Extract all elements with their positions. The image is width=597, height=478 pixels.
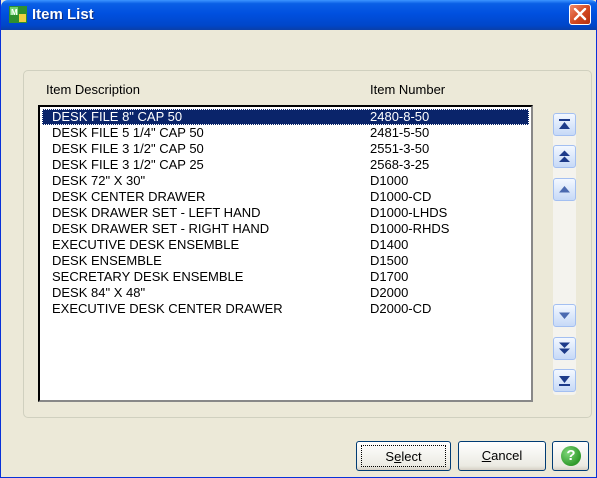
item-description: DESK DRAWER SET - RIGHT HAND: [52, 221, 270, 236]
item-description: DESK 84" X 48": [52, 285, 146, 300]
svg-text:M: M: [11, 8, 18, 17]
item-description: DESK FILE 5 1/4" CAP 50: [52, 125, 204, 140]
scroll-down-icon: [559, 312, 570, 319]
item-description: SECRETARY DESK ENSEMBLE: [52, 269, 244, 284]
list-item[interactable]: DESK 84" X 48" D2000: [42, 285, 529, 301]
item-description: DESK 72" X 30": [52, 173, 146, 188]
help-button[interactable]: ?: [552, 441, 589, 471]
window-title: Item List: [32, 6, 94, 23]
list-item[interactable]: DESK FILE 5 1/4" CAP 50 2481-5-50: [42, 125, 529, 141]
close-button[interactable]: [569, 4, 591, 25]
list-item[interactable]: DESK ENSEMBLE D1500: [42, 253, 529, 269]
item-number: 2480-8-50: [370, 109, 430, 124]
select-button[interactable]: Select: [356, 441, 451, 471]
item-number: D2000: [370, 285, 409, 300]
list-item[interactable]: DESK FILE 8" CAP 50 2480-8-50: [42, 109, 529, 125]
item-number: D1000-RHDS: [370, 221, 450, 236]
cancel-button[interactable]: Cancel: [458, 441, 546, 471]
list-item[interactable]: DESK CENTER DRAWER D1000-CD: [42, 189, 529, 205]
scroll-first-button[interactable]: [553, 113, 576, 136]
scroll-up-icon: [559, 186, 570, 193]
list-item[interactable]: DESK DRAWER SET - LEFT HAND D1000-LHDS: [42, 205, 529, 221]
item-description: DESK FILE 3 1/2" CAP 50: [52, 141, 204, 156]
app-icon: M: [9, 6, 27, 23]
list-item[interactable]: EXECUTIVE DESK CENTER DRAWER D2000-CD: [42, 301, 529, 317]
scroll-last-icon: [559, 376, 570, 386]
item-number: D1500: [370, 253, 409, 268]
column-header-number: Item Number: [370, 82, 446, 97]
list-item[interactable]: SECRETARY DESK ENSEMBLE D1700: [42, 269, 529, 285]
help-icon: ?: [561, 446, 581, 466]
select-label: Select: [361, 445, 446, 467]
item-description: EXECUTIVE DESK ENSEMBLE: [52, 237, 240, 252]
scroll-page-down-button[interactable]: [553, 337, 576, 360]
item-description: DESK FILE 3 1/2" CAP 25: [52, 157, 204, 172]
list-item[interactable]: DESK FILE 3 1/2" CAP 25 2568-3-25: [42, 157, 529, 173]
item-description: DESK DRAWER SET - LEFT HAND: [52, 205, 261, 220]
list-item[interactable]: DESK FILE 3 1/2" CAP 50 2551-3-50: [42, 141, 529, 157]
item-number: D1700: [370, 269, 409, 284]
list-item[interactable]: EXECUTIVE DESK ENSEMBLE D1400: [42, 237, 529, 253]
item-description: DESK ENSEMBLE: [52, 253, 162, 268]
item-description: EXECUTIVE DESK CENTER DRAWER: [52, 301, 283, 316]
item-list-window: M Item List Item Description Item Number…: [0, 0, 597, 478]
item-description: DESK CENTER DRAWER: [52, 189, 206, 204]
scroll-up-button[interactable]: [553, 178, 576, 201]
item-listbox[interactable]: DESK FILE 8" CAP 50 2480-8-50 DESK FILE …: [38, 105, 533, 402]
list-item[interactable]: DESK 72" X 30" D1000: [42, 173, 529, 189]
item-number: D1400: [370, 237, 409, 252]
list-item[interactable]: DESK DRAWER SET - RIGHT HAND D1000-RHDS: [42, 221, 529, 237]
scroll-first-icon: [559, 119, 570, 129]
close-icon: [573, 8, 587, 21]
scroll-page-up-button[interactable]: [553, 145, 576, 168]
select-text: Select: [385, 449, 422, 464]
item-number: D1000-CD: [370, 189, 432, 204]
scroll-last-button[interactable]: [553, 369, 576, 392]
item-number: 2551-3-50: [370, 141, 430, 156]
item-number: 2481-5-50: [370, 125, 430, 140]
title-bar[interactable]: M Item List: [1, 0, 597, 30]
item-number: 2568-3-25: [370, 157, 430, 172]
item-number: D2000-CD: [370, 301, 432, 316]
scroll-page-down-icon: [559, 342, 570, 354]
column-header-description: Item Description: [46, 82, 140, 97]
cancel-text: Cancel: [481, 448, 523, 463]
item-description: DESK FILE 8" CAP 50: [52, 109, 183, 124]
item-number: D1000-LHDS: [370, 205, 448, 220]
scroll-page-up-icon: [559, 150, 570, 162]
item-number: D1000: [370, 173, 409, 188]
scroll-down-button[interactable]: [553, 304, 576, 327]
